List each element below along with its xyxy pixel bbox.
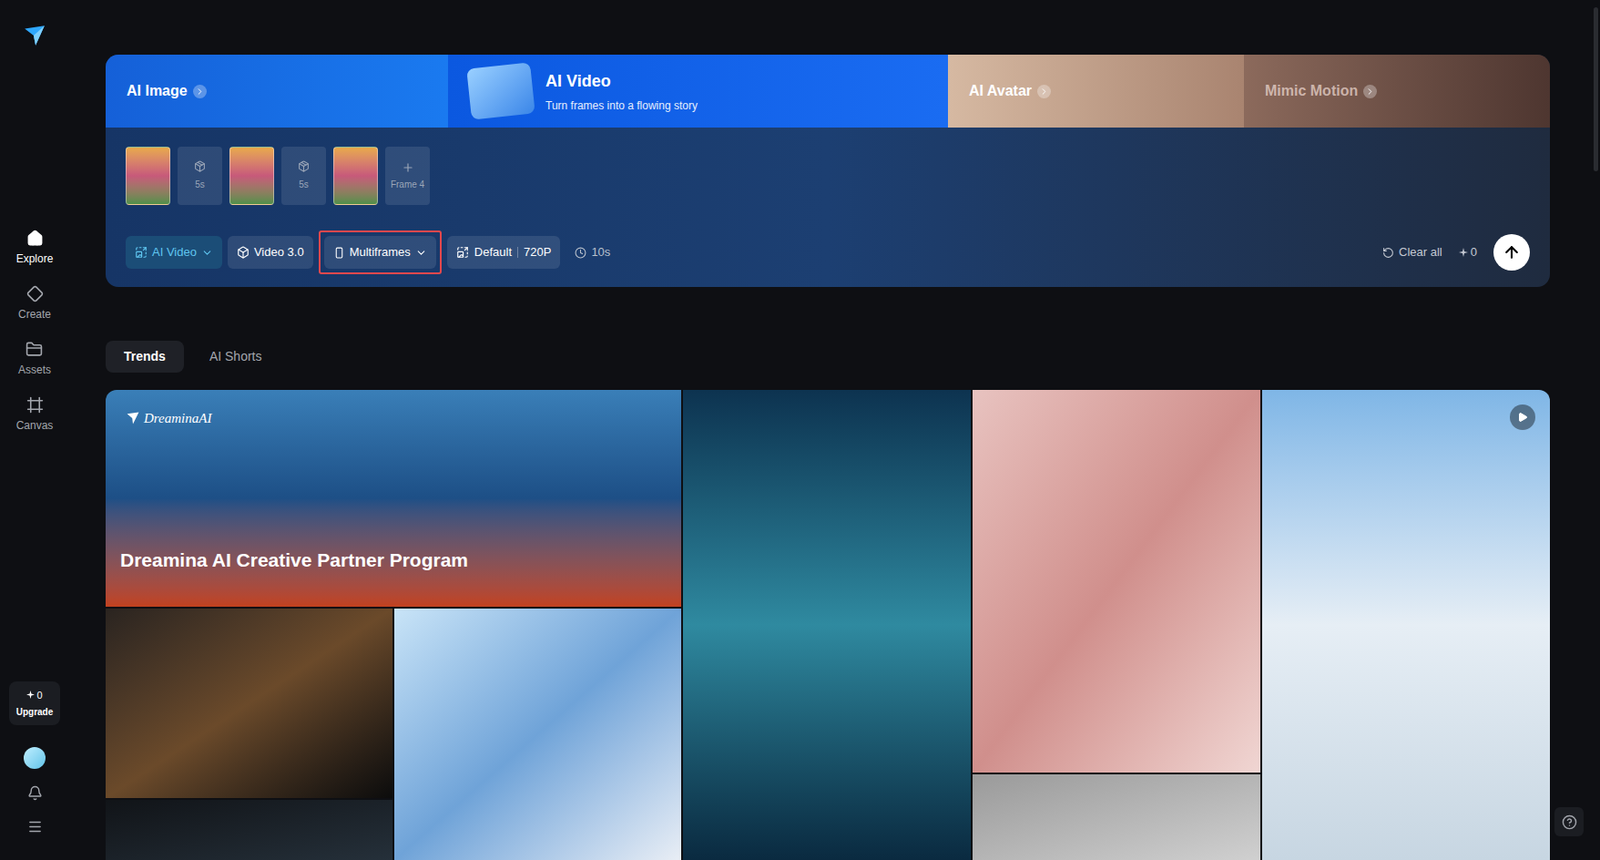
sidebar-item[interactable]: Explore [16,229,54,267]
transition-icon [193,160,206,173]
bell-icon[interactable] [27,784,43,801]
generate-button[interactable] [1493,234,1530,271]
duration-button[interactable]: 10s [565,235,620,269]
ratio-button[interactable]: Default720P [447,235,561,269]
gallery-card[interactable] [1262,389,1550,860]
gallery-card[interactable] [105,799,393,860]
nav-icon [26,396,44,414]
arrow-up-icon [1502,243,1521,262]
gallery-card[interactable] [682,389,971,860]
credits: 0 [1458,243,1478,262]
sidebar: Explore Create Assets Canvas 0Upgrade [0,0,70,860]
app: Explore Create Assets Canvas 0Upgrade AI Imag… [0,0,1600,860]
frame-image[interactable] [229,146,275,205]
mode-tab[interactable]: Mimic Motion [1243,54,1550,128]
panel-body: 5s 5s Frame 4 AI VideoVideo 3.0 Multiframes D… [105,127,1550,287]
help-button[interactable] [1554,806,1584,836]
gallery: DreaminaAI Dreamina AI Creative Partner P… [105,389,1550,860]
generator-panel: AI ImageAI VideoTurn frames into a flowi… [105,54,1550,287]
gallery-card[interactable] [105,608,393,798]
gallery-card[interactable] [394,608,682,860]
add-frame-button[interactable]: Frame 4 [385,146,430,205]
play-icon[interactable] [1509,404,1536,430]
mode-thumbnail [466,61,535,120]
sidebar-item[interactable]: Create [18,285,51,323]
help-icon [1561,814,1578,830]
transition-icon [297,160,310,173]
scrollbar[interactable] [1593,7,1599,172]
arrow-icon [1363,84,1377,99]
mode-tabs: AI ImageAI VideoTurn frames into a flowi… [105,54,1550,128]
toolbar: AI VideoVideo 3.0 Multiframes Default720P1… [125,230,1530,275]
mode-dropdown[interactable]: AI Video [125,235,223,269]
gallery-card[interactable]: DreaminaAI Dreamina AI Creative Partner P… [105,389,682,607]
mode-tab[interactable]: AI Image [105,54,449,128]
frame-duration[interactable]: 5s [281,146,327,205]
frame-image[interactable] [125,146,171,205]
sidebar-item[interactable]: Canvas [16,396,54,434]
arrow-icon [1037,84,1051,99]
arrow-icon [193,84,207,99]
mode-tab[interactable]: AI VideoTurn frames into a flowing story [448,54,948,128]
sparkle-icon [1458,247,1468,257]
feed-tab[interactable]: AI Shorts [191,340,281,373]
card-brand: DreaminaAI [125,407,212,429]
type-dropdown[interactable]: Multiframes [324,235,437,269]
frames: 5s 5s Frame 4 [125,146,1530,205]
sidebar-item[interactable]: Assets [18,340,51,378]
main: AI ImageAI VideoTurn frames into a flowi… [105,0,1550,860]
nav-icon [26,229,44,247]
feed-tab[interactable]: Trends [105,340,184,373]
mode-tab[interactable]: AI Avatar [947,54,1244,128]
gallery-card[interactable] [972,774,1261,860]
frame-duration[interactable]: 5s [177,146,223,205]
upgrade-button[interactable]: 0Upgrade [9,681,61,726]
model-button[interactable]: Video 3.0 [227,235,314,269]
brand-logo-icon [125,410,141,426]
plus-icon [401,161,415,174]
nav-icon [26,285,44,303]
logo-icon[interactable] [22,23,47,48]
clear-button[interactable]: Clear all [1382,243,1443,262]
nav-icon [25,340,43,358]
menu-icon[interactable] [27,818,43,835]
feed-tabs: TrendsAI Shorts [105,340,1550,373]
sparkle-icon [26,690,35,699]
frame-image[interactable] [333,146,378,205]
gallery-card[interactable] [972,389,1261,773]
sidebar-nav: Explore Create Assets Canvas [16,229,54,434]
card-title: Dreamina AI Creative Partner Program [120,545,469,575]
avatar[interactable] [23,746,46,769]
